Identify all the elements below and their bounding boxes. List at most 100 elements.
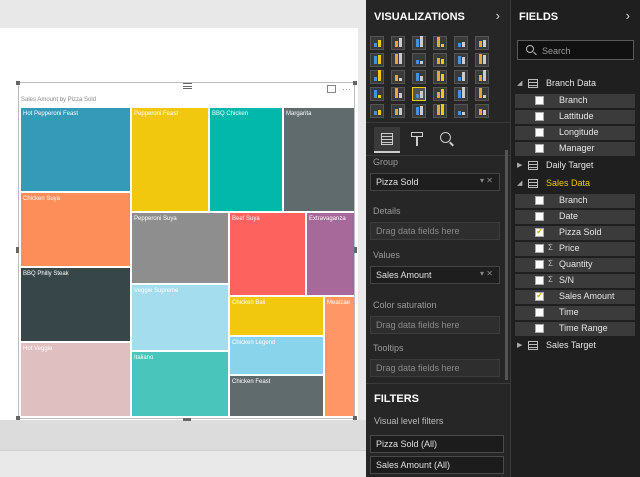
treemap-tile[interactable]: Meatzae: [325, 297, 354, 416]
resize-handle[interactable]: [16, 247, 19, 253]
visual-type-icon[interactable]: [412, 104, 426, 118]
field-checkbox[interactable]: [535, 128, 544, 137]
focus-mode-icon[interactable]: [327, 85, 336, 93]
visual-type-icon[interactable]: [391, 70, 405, 84]
expand-right-icon[interactable]: ▶: [517, 341, 522, 349]
fields-tab-icon[interactable]: [374, 127, 400, 153]
treemap-tile[interactable]: BBQ Philly Steak: [21, 268, 130, 341]
field-checkbox[interactable]: [535, 112, 544, 121]
resize-handle[interactable]: [353, 416, 357, 420]
filter-sales-amount[interactable]: Sales Amount (All): [370, 456, 504, 474]
treemap-tile[interactable]: Chicken Legend: [230, 337, 323, 374]
expand-right-icon[interactable]: ▶: [517, 161, 522, 169]
field-row[interactable]: Time Range: [515, 322, 635, 336]
field-row[interactable]: Lattitude: [515, 110, 635, 124]
well-details-dropzone[interactable]: Drag data fields here: [370, 222, 500, 240]
field-row[interactable]: Σ Quantity: [515, 258, 635, 272]
resize-handle[interactable]: [16, 416, 20, 420]
visual-type-icon[interactable]: [475, 104, 489, 118]
expand-down-icon[interactable]: ◢: [517, 79, 522, 87]
field-row[interactable]: Σ S/N: [515, 274, 635, 288]
well-tooltips-dropzone[interactable]: Drag data fields here: [370, 359, 500, 377]
visual-type-icon[interactable]: [454, 87, 468, 101]
visual-type-icon[interactable]: [433, 36, 447, 50]
visual-type-icon[interactable]: [412, 87, 426, 101]
visual-type-icon[interactable]: [433, 104, 447, 118]
field-row[interactable]: Pizza Sold: [515, 226, 635, 240]
resize-handle[interactable]: [183, 418, 191, 421]
field-row[interactable]: Date: [515, 210, 635, 224]
field-row[interactable]: Time: [515, 306, 635, 320]
treemap-tile[interactable]: Pepperoni Suya: [132, 213, 228, 283]
visual-type-icon[interactable]: [433, 53, 447, 67]
visual-type-icon[interactable]: [454, 104, 468, 118]
resize-handle[interactable]: [16, 81, 20, 85]
treemap-tile[interactable]: Hot Veggie: [21, 343, 130, 416]
field-checkbox[interactable]: [535, 226, 544, 237]
treemap-tile[interactable]: BBQ Chicken: [210, 108, 282, 211]
treemap-tile[interactable]: Pepperoni Feast: [132, 108, 208, 211]
treemap-tile[interactable]: Chicken Feast: [230, 376, 323, 416]
treemap-tile[interactable]: Margarita: [284, 108, 354, 211]
visual-type-icon[interactable]: [475, 36, 489, 50]
visual-type-icon[interactable]: [475, 70, 489, 84]
visual-type-icon[interactable]: [412, 70, 426, 84]
treemap-tile[interactable]: Beef Suya: [230, 213, 305, 295]
field-row[interactable]: Branch: [515, 194, 635, 208]
field-table-row[interactable]: ▶ Daily Target: [511, 158, 640, 174]
well-values-controls-icon[interactable]: ▾ ✕: [480, 269, 493, 278]
visual-type-icon[interactable]: [475, 87, 489, 101]
more-options-icon[interactable]: ···: [342, 84, 351, 94]
treemap-tile[interactable]: Italiano: [132, 352, 228, 416]
field-row[interactable]: Sales Amount: [515, 290, 635, 304]
treemap-tile[interactable]: Chicken Suya: [21, 193, 130, 266]
visual-type-icon[interactable]: [391, 53, 405, 67]
visual-type-icon[interactable]: [370, 104, 384, 118]
visual-type-icon[interactable]: [454, 53, 468, 67]
analytics-magnifier-icon[interactable]: [434, 127, 460, 153]
field-checkbox[interactable]: [535, 96, 544, 105]
treemap-tile[interactable]: Hot Pepperoni Feast: [21, 108, 130, 191]
visual-type-icon[interactable]: [370, 87, 384, 101]
drag-grip-icon[interactable]: [183, 83, 192, 89]
well-values-field[interactable]: Sales Amount ▾ ✕: [370, 266, 500, 284]
visual-type-icon[interactable]: [412, 53, 426, 67]
well-group-field[interactable]: Pizza Sold ▾ ✕: [370, 173, 500, 191]
treemap-tile[interactable]: Chicken Bali: [230, 297, 323, 335]
field-checkbox[interactable]: [535, 308, 544, 317]
visual-type-icon[interactable]: [433, 70, 447, 84]
visual-type-icon[interactable]: [475, 53, 489, 67]
field-table-row[interactable]: ▶ Sales Target: [511, 338, 640, 354]
visual-type-icon[interactable]: [391, 104, 405, 118]
field-checkbox[interactable]: [535, 290, 544, 301]
field-table-row[interactable]: ◢ Sales Data: [511, 176, 640, 192]
field-row[interactable]: Manager: [515, 142, 635, 156]
well-color-saturation-dropzone[interactable]: Drag data fields here: [370, 316, 500, 334]
resize-handle[interactable]: [354, 247, 357, 253]
visual-type-icon[interactable]: [370, 53, 384, 67]
visual-type-icon[interactable]: [454, 36, 468, 50]
visual-type-icon[interactable]: [370, 70, 384, 84]
field-checkbox[interactable]: [535, 324, 544, 333]
visual-type-icon[interactable]: [370, 36, 384, 50]
format-paint-roller-icon[interactable]: [404, 127, 430, 153]
field-row[interactable]: Longitude: [515, 126, 635, 140]
pane-scrollbar[interactable]: [505, 150, 508, 380]
visual-type-icon[interactable]: [391, 36, 405, 50]
field-checkbox[interactable]: [535, 276, 544, 285]
treemap-tile[interactable]: Extravaganza: [307, 213, 354, 295]
treemap-tile[interactable]: Veggie Supreme: [132, 285, 228, 350]
visual-type-icon[interactable]: [391, 87, 405, 101]
expand-down-icon[interactable]: ◢: [517, 179, 522, 187]
collapse-chevron-icon[interactable]: ›: [626, 8, 630, 23]
well-group-controls-icon[interactable]: ▾ ✕: [480, 176, 493, 185]
collapse-chevron-icon[interactable]: ›: [496, 8, 500, 23]
treemap-visual[interactable]: ··· Sales Amount by Pizza Sold Hot Peppe…: [16, 81, 357, 421]
field-checkbox[interactable]: [535, 260, 544, 269]
field-table-row[interactable]: ◢ Branch Data: [511, 76, 640, 92]
field-checkbox[interactable]: [535, 212, 544, 221]
fields-search-box[interactable]: [517, 40, 634, 60]
visual-type-icon[interactable]: [454, 70, 468, 84]
field-checkbox[interactable]: [535, 244, 544, 253]
field-row[interactable]: Σ Price: [515, 242, 635, 256]
